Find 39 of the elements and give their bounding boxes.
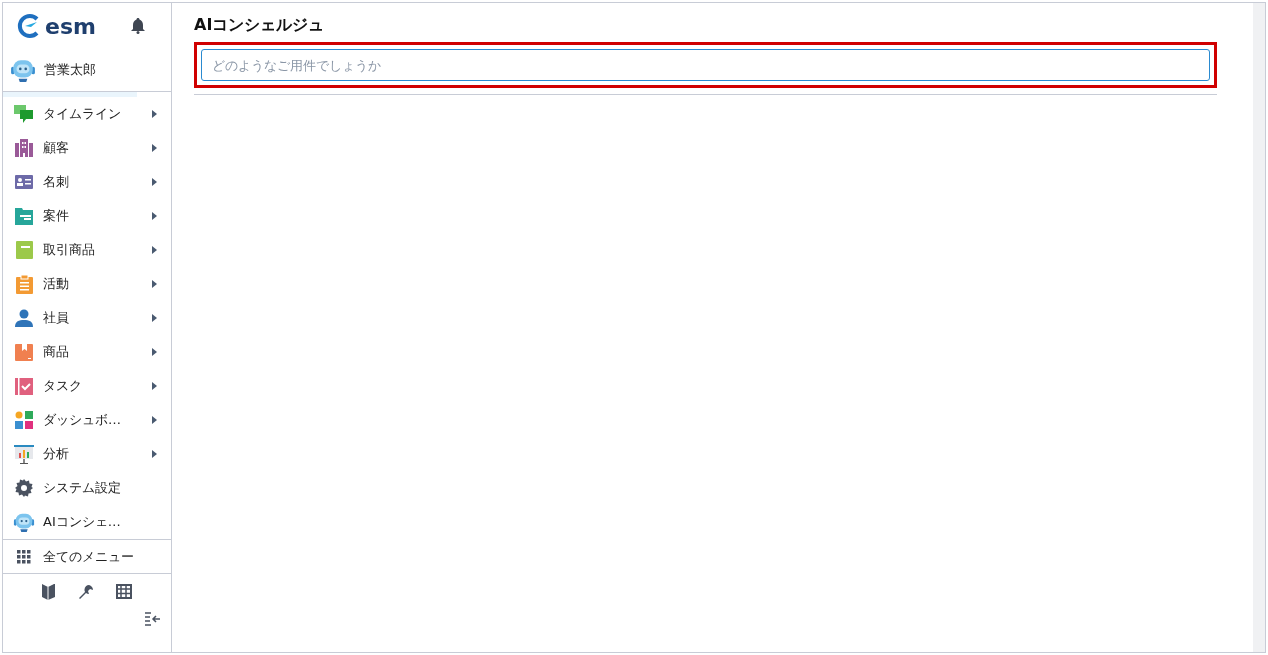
clipboard-icon (15, 274, 33, 294)
chat-icon (14, 105, 34, 123)
menu-item[interactable]: 社員 (3, 301, 171, 335)
bell-icon[interactable] (131, 18, 145, 34)
logo-icon (17, 14, 41, 38)
building-icon (15, 139, 33, 157)
dashboard-icon (15, 411, 33, 429)
menu-item[interactable]: 案件 (3, 199, 171, 233)
robot-icon (10, 57, 36, 83)
menu-item[interactable]: タスク (3, 369, 171, 403)
logo-text: esm (45, 13, 96, 39)
menu-item[interactable]: ダッシュボ… (3, 403, 171, 437)
user-name[interactable]: 営業太郎 (44, 61, 96, 79)
card-icon (15, 175, 33, 189)
menu-item[interactable]: 分析 (3, 437, 171, 471)
menu-item[interactable]: システム設定 (3, 471, 171, 505)
folder-icon (15, 207, 33, 225)
menu-item[interactable]: タイムライン (3, 97, 171, 131)
menu-item[interactable]: 顧客 (3, 131, 171, 165)
page-title: AIコンシェルジュ (194, 15, 326, 36)
menu-item[interactable]: 名刺 (3, 165, 171, 199)
checklist-icon (15, 377, 33, 395)
table-icon[interactable] (116, 584, 132, 599)
collapse-sidebar-icon[interactable] (145, 612, 161, 626)
book-icon[interactable] (42, 584, 56, 600)
menu-item[interactable]: 活動 (3, 267, 171, 301)
all-menu-link[interactable]: 全てのメニュー (43, 547, 161, 566)
menu-item[interactable]: AIコンシェ… (3, 505, 171, 539)
person-icon (15, 309, 33, 327)
box-icon (15, 343, 33, 361)
menu-item[interactable]: 商品 (3, 335, 171, 369)
settings-icon (15, 479, 33, 497)
grid-icon (17, 549, 31, 564)
query-input[interactable]: どのようなご用件でしょうか (201, 49, 1210, 81)
wrench-icon[interactable] (78, 584, 94, 600)
presentation-chart-icon (14, 444, 34, 464)
menu-item[interactable]: 取引商品 (3, 233, 171, 267)
notebook-icon (15, 241, 33, 259)
robot-icon (13, 511, 35, 533)
